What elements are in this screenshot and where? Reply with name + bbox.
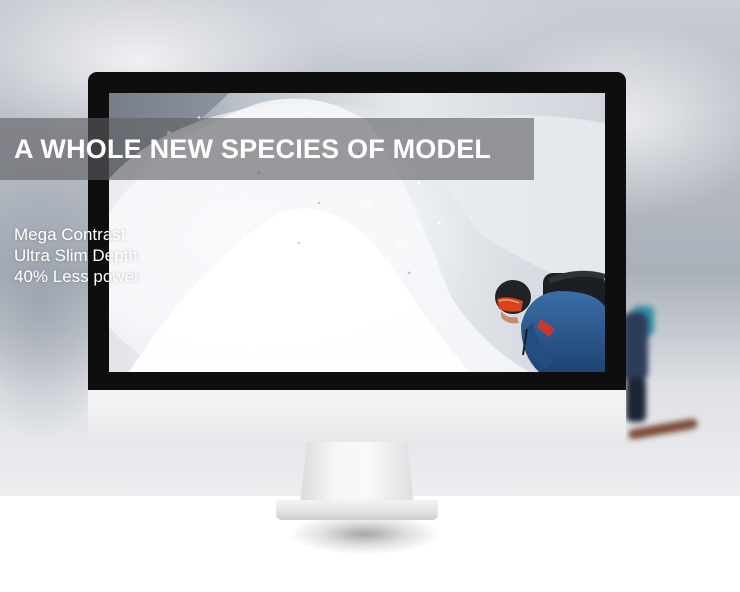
monitor-shadow <box>290 514 440 554</box>
feature-list: Mega Contrast Ultra Slim Depth 40% Less … <box>14 224 140 287</box>
monitor-stand-base <box>276 500 438 520</box>
monitor-chin <box>88 390 626 442</box>
feature-item: 40% Less power <box>14 267 140 286</box>
feature-item: Mega Contrast <box>14 225 126 244</box>
promo-banner: A WHOLE NEW SPECIES OF MODEL Mega Contra… <box>0 0 740 592</box>
feature-item: Ultra Slim Depth <box>14 246 138 265</box>
monitor-stand-neck <box>300 442 414 504</box>
headline: A WHOLE NEW SPECIES OF MODEL <box>14 134 492 164</box>
